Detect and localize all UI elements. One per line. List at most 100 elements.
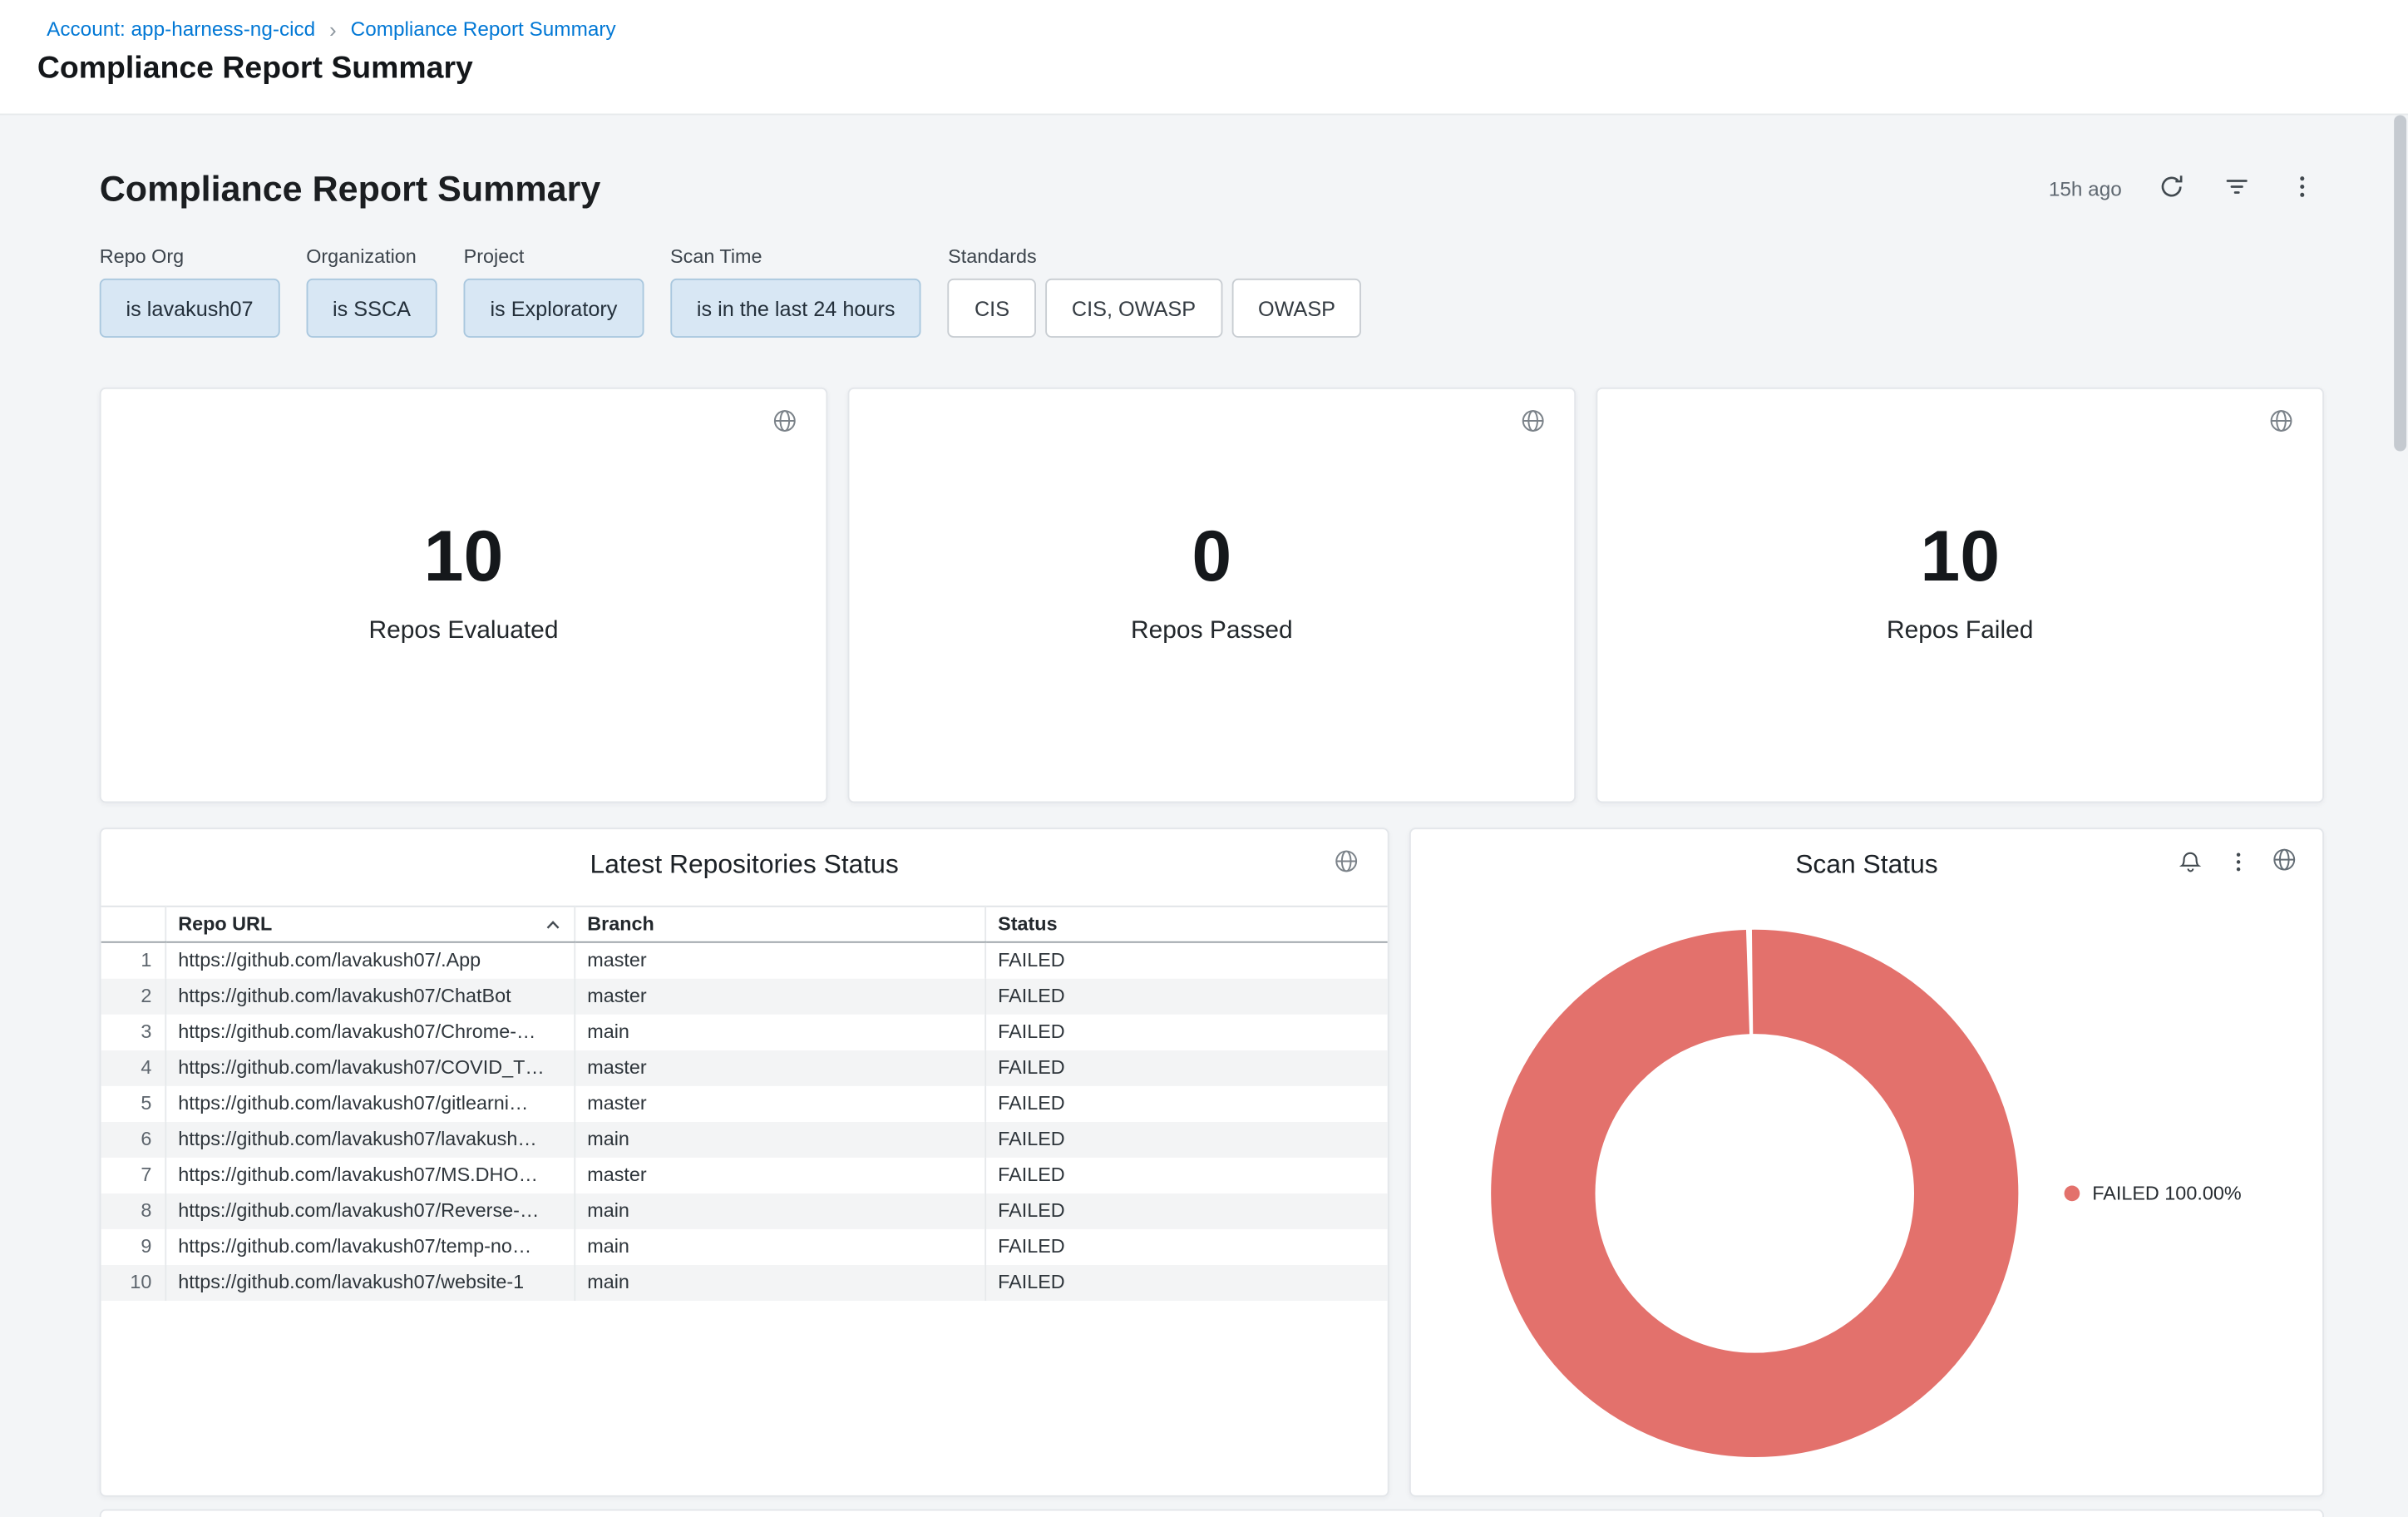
filter-label: Organization: [306, 246, 437, 268]
stat-value: 10: [424, 520, 504, 591]
row-index: 1: [101, 942, 165, 978]
page-scrollbar: [2394, 115, 2406, 1517]
last-refresh-label: 15h ago: [2049, 176, 2122, 200]
filter-chip-scan-time[interactable]: is in the last 24 hours: [670, 279, 921, 338]
repo-url-cell: https://github.com/lavakush07/temp-no…: [165, 1228, 574, 1264]
globe-icon: [2268, 408, 2295, 442]
breadcrumb-current-link[interactable]: Compliance Report Summary: [351, 17, 616, 41]
filter-group-standards: Standards CIS CIS, OWASP OWASP: [948, 246, 1362, 338]
table-row: 7https://github.com/lavakush07/MS.DHO…ma…: [101, 1157, 1388, 1193]
stat-tile-row: 10 Repos Evaluated 0 Repos Passed 10 Rep…: [100, 388, 2324, 803]
status-cell: FAILED: [984, 942, 1388, 978]
filter-label: Standards: [948, 246, 1362, 268]
scan-status-donut-chart: [1490, 929, 2019, 1458]
status-cell: FAILED: [984, 1050, 1388, 1085]
table-row: 5https://github.com/lavakush07/gitlearni…: [101, 1085, 1388, 1121]
table-row: 6https://github.com/lavakush07/lavakush……: [101, 1121, 1388, 1157]
dashboard-actions: 15h ago: [2049, 166, 2324, 210]
column-header-branch[interactable]: Branch: [574, 907, 984, 942]
standards-option-owasp[interactable]: OWASP: [1231, 279, 1362, 338]
filter-chip-repo-org[interactable]: is lavakush07: [100, 279, 280, 338]
repo-url-cell: https://github.com/lavakush07/MS.DHO…: [165, 1157, 574, 1193]
filter-group-project: Project is Exploratory: [464, 246, 644, 338]
dashboard-content: Compliance Report Summary 15h ago: [0, 115, 2408, 1517]
row-index: 5: [101, 1085, 165, 1121]
row-index: 2: [101, 978, 165, 1014]
status-cell: FAILED: [984, 1193, 1388, 1228]
repo-url-cell: https://github.com/lavakush07/COVID_T…: [165, 1050, 574, 1085]
bottom-row: Latest Repositories Status Repo URL: [100, 828, 2324, 1496]
kebab-menu-icon: [2226, 849, 2251, 879]
standards-option-cis-owasp[interactable]: CIS, OWASP: [1045, 279, 1222, 338]
filter-group-scan-time: Scan Time is in the last 24 hours: [670, 246, 921, 338]
row-index: 7: [101, 1157, 165, 1193]
repo-status-table: Repo URL Branch Status 1https://gi: [101, 906, 1388, 1300]
filter-label: Project: [464, 246, 644, 268]
status-cell: FAILED: [984, 1157, 1388, 1193]
column-header-label: Status: [998, 913, 1057, 935]
globe-icon: [772, 408, 798, 442]
status-cell: FAILED: [984, 1014, 1388, 1050]
bell-icon: [2178, 849, 2203, 879]
stat-card-repos-failed: 10 Repos Failed: [1596, 388, 2324, 803]
filter-label: Scan Time: [670, 246, 921, 268]
breadcrumb-account-link[interactable]: Account: app-harness-ng-cicd: [47, 17, 315, 41]
branch-cell: master: [574, 942, 984, 978]
status-cell: FAILED: [984, 978, 1388, 1014]
branch-cell: main: [574, 1121, 984, 1157]
legend-label: FAILED 100.00%: [2092, 1183, 2241, 1204]
table-row: 2https://github.com/lavakush07/ChatBotma…: [101, 978, 1388, 1014]
filter-group-repo-org: Repo Org is lavakush07: [100, 246, 280, 338]
stat-value: 0: [1192, 520, 1231, 591]
branch-cell: master: [574, 978, 984, 1014]
latest-repositories-card: Latest Repositories Status Repo URL: [100, 828, 1389, 1496]
stat-label: Repos Failed: [1887, 618, 2033, 646]
app-window: Account: app-harness-ng-cicd › Complianc…: [0, 0, 2408, 1517]
status-cell: FAILED: [984, 1264, 1388, 1300]
column-header-status[interactable]: Status: [984, 907, 1388, 942]
scan-status-card: Scan Status: [1409, 828, 2324, 1496]
repo-url-cell: https://github.com/lavakush07/Reverse-…: [165, 1193, 574, 1228]
column-header-repo-url[interactable]: Repo URL: [165, 907, 574, 942]
row-index: 9: [101, 1228, 165, 1264]
status-cell: FAILED: [984, 1085, 1388, 1121]
repo-url-cell: https://github.com/lavakush07/.App: [165, 942, 574, 978]
filter-chip-organization[interactable]: is SSCA: [306, 279, 437, 338]
globe-icon: [1333, 848, 1359, 882]
repo-url-cell: https://github.com/lavakush07/Chrome-…: [165, 1014, 574, 1050]
standards-option-cis[interactable]: CIS: [948, 279, 1036, 338]
row-number-column-header: [101, 907, 165, 942]
row-index: 8: [101, 1193, 165, 1228]
table-row: 8https://github.com/lavakush07/Reverse-……: [101, 1193, 1388, 1228]
status-cell: FAILED: [984, 1121, 1388, 1157]
dashboard-more-button[interactable]: [2281, 166, 2324, 210]
next-tile-partial: [100, 1510, 2324, 1517]
globe-icon: [2271, 847, 2297, 881]
breadcrumb: Account: app-harness-ng-cicd › Complianc…: [47, 17, 2371, 41]
row-index: 10: [101, 1264, 165, 1300]
filter-chip-project[interactable]: is Exploratory: [464, 279, 644, 338]
sort-ascending-icon: [544, 913, 561, 935]
branch-cell: master: [574, 1050, 984, 1085]
filter-button[interactable]: [2215, 166, 2258, 210]
table-card-title: Latest Repositories Status: [101, 829, 1388, 881]
filter-icon: [2223, 172, 2251, 205]
globe-icon: [1520, 408, 1547, 442]
scan-donut-slice[interactable]: [1543, 981, 1966, 1405]
refresh-button[interactable]: [2149, 166, 2193, 210]
chart-legend: FAILED 100.00%: [2065, 1183, 2242, 1204]
branch-cell: master: [574, 1085, 984, 1121]
breadcrumb-separator-icon: ›: [329, 18, 337, 40]
branch-cell: main: [574, 1193, 984, 1228]
tile-more-button[interactable]: [2223, 848, 2253, 879]
refresh-icon: [2158, 172, 2186, 205]
branch-cell: master: [574, 1157, 984, 1193]
table-row: 10https://github.com/lavakush07/website-…: [101, 1264, 1388, 1300]
kebab-menu-icon: [2288, 172, 2317, 205]
repo-url-cell: https://github.com/lavakush07/lavakush…: [165, 1121, 574, 1157]
scrollbar-thumb[interactable]: [2394, 115, 2406, 451]
column-header-label: Branch: [587, 913, 654, 935]
column-header-label: Repo URL: [178, 913, 272, 935]
branch-cell: main: [574, 1014, 984, 1050]
alert-bell-button[interactable]: [2174, 848, 2205, 879]
